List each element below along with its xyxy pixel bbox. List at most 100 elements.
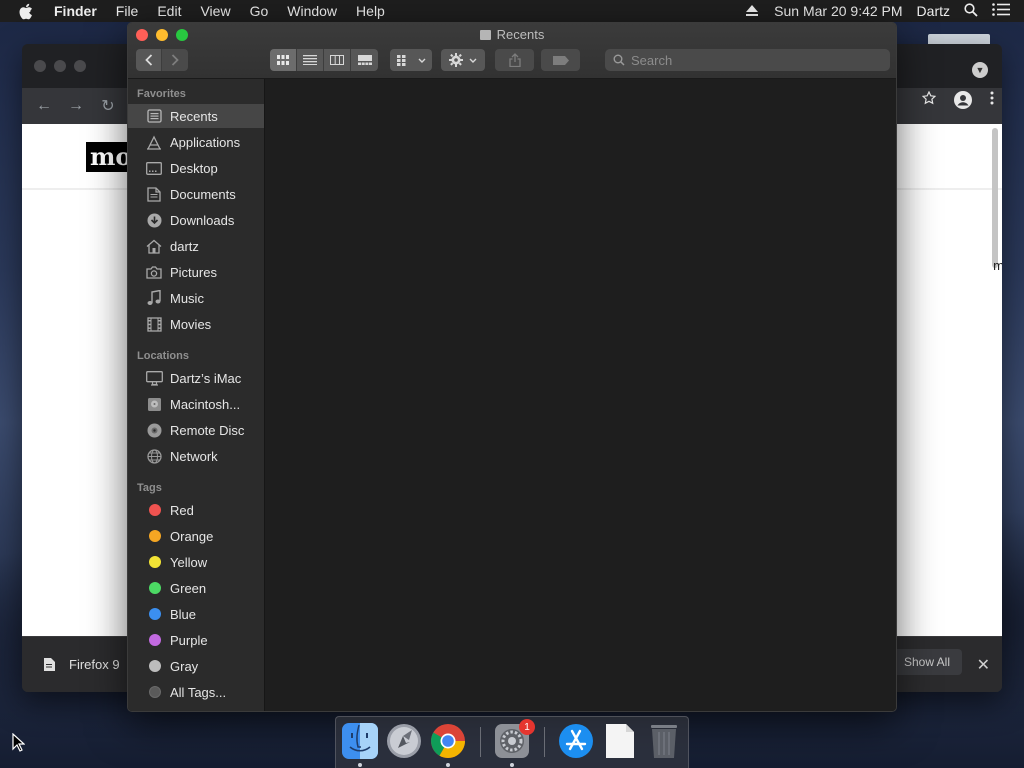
- tag-color-dot: [149, 582, 161, 594]
- sidebar-tag-yellow[interactable]: Yellow: [128, 550, 264, 574]
- sidebar-item-movies[interactable]: Movies: [128, 312, 264, 336]
- profile-avatar-icon[interactable]: [954, 91, 972, 114]
- documents-icon: [145, 185, 163, 203]
- page-edge-text: m: [993, 258, 1002, 273]
- finder-titlebar[interactable]: Recents: [128, 23, 896, 79]
- menu-go[interactable]: Go: [250, 3, 269, 19]
- sidebar-item-macintosh-hd[interactable]: Macintosh...: [128, 392, 264, 416]
- sidebar-tag-blue[interactable]: Blue: [128, 602, 264, 626]
- menu-window[interactable]: Window: [287, 3, 337, 19]
- desktop-window-thumbnail: [928, 34, 990, 44]
- share-button[interactable]: [495, 49, 534, 71]
- finder-icon[interactable]: [342, 723, 378, 759]
- sidebar-item-imac[interactable]: Dartz’s iMac: [128, 366, 264, 390]
- menu-edit[interactable]: Edit: [157, 3, 181, 19]
- file-browser-content[interactable]: [265, 79, 896, 711]
- group-by-button[interactable]: [390, 49, 432, 71]
- tag-color-dot: [149, 660, 161, 672]
- sidebar-item-network[interactable]: Network: [128, 444, 264, 468]
- group-grid-icon: [396, 54, 405, 66]
- sidebar-item-home[interactable]: dartz: [128, 234, 264, 258]
- sidebar-item-label: Gray: [170, 658, 199, 674]
- tab-search-dropdown-icon[interactable]: ▼: [972, 62, 988, 78]
- sidebar-item-pictures[interactable]: Pictures: [128, 260, 264, 284]
- back-arrow-icon[interactable]: ←: [34, 96, 54, 116]
- back-button[interactable]: [136, 49, 162, 71]
- sidebar-item-label: Red: [170, 502, 194, 518]
- window-title-text: Recents: [496, 27, 545, 42]
- browser-minimize-button[interactable]: [54, 60, 66, 72]
- system-preferences-icon[interactable]: 1: [494, 719, 535, 759]
- menu-file[interactable]: File: [116, 3, 139, 19]
- download-item[interactable]: Firefox 9: [44, 657, 120, 672]
- list-view-button[interactable]: [297, 49, 324, 71]
- sidebar-header-locations: Locations: [137, 350, 189, 362]
- forward-button[interactable]: [162, 49, 188, 71]
- launchpad-icon[interactable]: [386, 723, 422, 759]
- sidebar-item-label: Orange: [170, 528, 214, 544]
- chrome-icon[interactable]: [430, 723, 466, 759]
- action-dropdown[interactable]: [441, 49, 485, 71]
- mouse-cursor-icon: [12, 732, 26, 757]
- sidebar-tag-gray[interactable]: Gray: [128, 654, 264, 678]
- sidebar-tag-purple[interactable]: Purple: [128, 628, 264, 652]
- edit-tags-button-group: [541, 49, 580, 71]
- gallery-view-button[interactable]: [351, 49, 378, 71]
- sidebar-item-applications[interactable]: Applications: [128, 130, 264, 154]
- recents-icon: [145, 107, 163, 125]
- eject-icon[interactable]: [746, 3, 759, 19]
- forward-arrow-icon[interactable]: →: [66, 96, 86, 116]
- sidebar-tag-green[interactable]: Green: [128, 576, 264, 600]
- sidebar-tag-all-tags[interactable]: All Tags...: [128, 680, 264, 704]
- sidebar-item-recents[interactable]: Recents: [128, 104, 264, 128]
- icon-view-button[interactable]: [270, 49, 297, 71]
- sidebar-item-downloads[interactable]: Downloads: [128, 208, 264, 232]
- browser-zoom-button[interactable]: [74, 60, 86, 72]
- document-icon[interactable]: [602, 723, 638, 759]
- kebab-menu-icon[interactable]: [990, 91, 994, 114]
- user-menu[interactable]: Dartz: [917, 3, 950, 19]
- search-field[interactable]: [605, 49, 890, 71]
- action-button[interactable]: [441, 49, 485, 71]
- sidebar-tag-orange[interactable]: Orange: [128, 524, 264, 548]
- nav-buttons: [136, 49, 188, 71]
- hard-drive-icon: [145, 395, 163, 413]
- group-by-dropdown[interactable]: [390, 49, 432, 71]
- trash-icon[interactable]: [646, 723, 682, 759]
- page-scrollbar[interactable]: [992, 128, 998, 268]
- tag-color-dot: [149, 634, 161, 646]
- apple-menu-icon[interactable]: [18, 3, 34, 19]
- home-icon: [145, 237, 163, 255]
- tag-color-dot: [149, 608, 161, 620]
- search-input[interactable]: [631, 52, 871, 68]
- sidebar-tag-red[interactable]: Red: [128, 498, 264, 522]
- menu-view[interactable]: View: [200, 3, 230, 19]
- app-store-icon[interactable]: [558, 723, 594, 759]
- close-icon[interactable]: ✕: [977, 655, 990, 675]
- sidebar-item-desktop[interactable]: Desktop: [128, 156, 264, 180]
- menu-app-name[interactable]: Finder: [54, 3, 97, 19]
- sidebar-item-remote-disc[interactable]: Remote Disc: [128, 418, 264, 442]
- sidebar-item-label: Yellow: [170, 554, 208, 570]
- sidebar-item-label: Downloads: [170, 212, 235, 228]
- chevron-left-icon: [144, 54, 152, 66]
- reload-icon[interactable]: ↻: [98, 96, 118, 116]
- desktop-icon: [145, 159, 163, 177]
- spotlight-search-icon[interactable]: [964, 2, 978, 20]
- dock-separator: [480, 727, 481, 757]
- browser-close-button[interactable]: [34, 60, 46, 72]
- sidebar-item-label: dartz: [170, 238, 199, 254]
- finder-window: Recents Search Favorites Recents Applica…: [127, 22, 897, 712]
- show-all-button[interactable]: Show All: [891, 649, 962, 675]
- sidebar-item-documents[interactable]: Documents: [128, 182, 264, 206]
- column-view-button[interactable]: [324, 49, 351, 71]
- disc-icon: [145, 421, 163, 439]
- notification-center-icon[interactable]: [992, 3, 1010, 19]
- edit-tags-button[interactable]: [541, 49, 580, 71]
- sidebar-item-music[interactable]: Music: [128, 286, 264, 310]
- menu-help[interactable]: Help: [356, 3, 385, 19]
- bookmark-star-icon[interactable]: [921, 90, 937, 114]
- dock-separator: [544, 727, 545, 757]
- search-icon: [613, 54, 625, 66]
- clock-datetime[interactable]: Sun Mar 20 9:42 PM: [774, 3, 902, 19]
